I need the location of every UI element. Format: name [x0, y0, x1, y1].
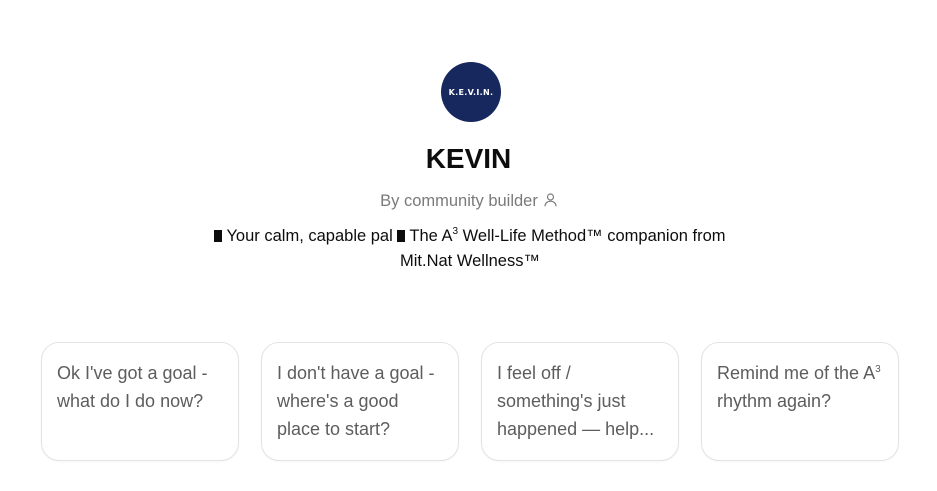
square-bullet-icon — [397, 230, 406, 242]
byline-text: By community builder — [380, 192, 538, 210]
starter-superscript: 3 — [875, 364, 881, 375]
gpt-intro-page: K.E.V.I.N. KEVIN By community builder Yo… — [0, 0, 937, 491]
starter-card[interactable]: I feel off / something's just happened —… — [481, 342, 679, 461]
square-bullet-icon — [214, 230, 223, 242]
starter-card[interactable]: I don't have a goal - where's a good pla… — [261, 342, 459, 461]
gpt-byline[interactable]: By community builder — [0, 190, 937, 213]
starter-text: I feel off / something's just happened —… — [497, 363, 655, 439]
starter-card[interactable]: Ok I've got a goal - what do I do now? — [41, 342, 239, 461]
conversation-starters: Ok I've got a goal - what do I do now? I… — [41, 342, 901, 463]
starter-text-pre: Remind me of the A — [717, 363, 876, 383]
starter-text: I don't have a goal - where's a good pla… — [277, 363, 435, 439]
starter-card[interactable]: Remind me of the A3 rhythm again? — [701, 342, 899, 461]
gpt-description: Your calm, capable pal The A3 Well-Life … — [190, 224, 750, 274]
description-part-1: Your calm, capable pal — [226, 227, 393, 245]
starter-text-post: rhythm again? — [717, 391, 832, 411]
gpt-avatar: K.E.V.I.N. — [441, 62, 501, 122]
person-icon — [544, 191, 557, 213]
gpt-name: KEVIN — [425, 143, 512, 174]
starter-text: Ok I've got a goal - what do I do now? — [57, 363, 208, 411]
starter-text: Remind me of the A3 rhythm again? — [717, 359, 883, 415]
description-part-2: The A — [409, 227, 453, 245]
avatar-logo-text: K.E.V.I.N. — [448, 87, 494, 97]
